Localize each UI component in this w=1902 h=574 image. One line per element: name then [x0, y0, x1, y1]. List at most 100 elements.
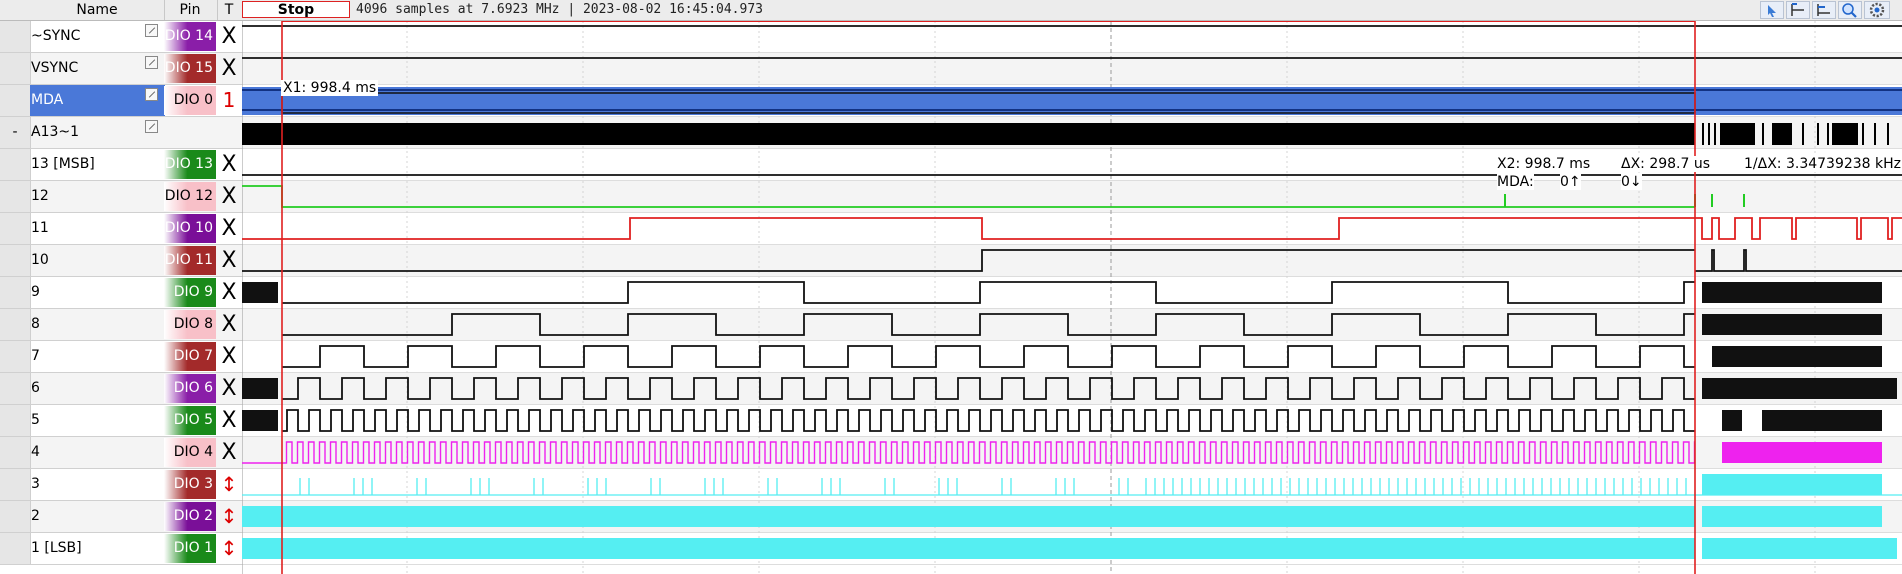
trigger-toggle[interactable]: X: [218, 437, 240, 468]
pointer-tool-button[interactable]: [1760, 1, 1784, 19]
pin-label[interactable]: DIO 5: [164, 406, 216, 435]
trigger-toggle[interactable]: 1: [218, 85, 240, 116]
channel-row[interactable]: 6 DIO 6X: [0, 373, 242, 405]
pin-label[interactable]: DIO 10: [164, 214, 216, 243]
trigger-toggle[interactable]: X: [218, 277, 240, 308]
cursor-x1-label: X1: 998.4 ms: [281, 80, 379, 96]
channel-name[interactable]: 7: [30, 341, 165, 372]
pin-label[interactable]: DIO 8: [164, 310, 216, 339]
channel-row[interactable]: 13 [MSB] DIO 13 X: [0, 149, 242, 181]
trigger-toggle[interactable]: X: [218, 341, 240, 372]
edit-name-icon[interactable]: [145, 120, 158, 133]
dense-activity-block: [1702, 506, 1882, 527]
pin-column-header[interactable]: Pin: [164, 0, 216, 20]
edit-name-icon[interactable]: [145, 56, 158, 69]
channel-name[interactable]: 3: [30, 469, 165, 500]
trigger-toggle[interactable]: X: [218, 373, 240, 404]
channel-row[interactable]: VSYNC DIO 15 X: [0, 53, 242, 85]
mda-measure-label: MDA:: [1497, 174, 1534, 190]
cursor-x2-tool-button[interactable]: [1812, 1, 1836, 19]
channel-name[interactable]: 8: [30, 309, 165, 340]
channel-name[interactable]: 10: [30, 245, 165, 276]
pin-label[interactable]: DIO 1: [164, 534, 216, 563]
settings-button[interactable]: [1864, 1, 1890, 19]
channel-name[interactable]: 13 [MSB]: [30, 149, 165, 180]
row-expander: [0, 277, 31, 308]
pin-label[interactable]: DIO 4: [164, 438, 216, 467]
cursor-delta-label: ΔX: 298.7 us: [1621, 156, 1711, 172]
pin-label[interactable]: DIO 12: [164, 182, 216, 211]
channel-row[interactable]: 9 DIO 9X: [0, 277, 242, 309]
trigger-toggle[interactable]: X: [218, 53, 240, 84]
trigger-toggle[interactable]: X: [218, 405, 240, 436]
trigger-toggle[interactable]: X: [218, 213, 240, 244]
trigger-toggle[interactable]: ↕: [218, 501, 240, 532]
edit-name-icon[interactable]: [145, 88, 158, 101]
channel-name[interactable]: 12: [30, 181, 165, 212]
waveform-area[interactable]: [242, 21, 1902, 574]
channel-row[interactable]: 10 DIO 11 X: [0, 245, 242, 277]
cursor-x1-tool-button[interactable]: [1786, 1, 1810, 19]
row-expander: [0, 21, 31, 52]
trigger-toggle[interactable]: X: [218, 181, 240, 212]
channel-row[interactable]: 3 DIO 3 ↕: [0, 469, 242, 501]
channel-name[interactable]: 1 [LSB]: [30, 533, 165, 564]
pin-label[interactable]: DIO 9: [164, 278, 216, 307]
pin-label[interactable]: DIO 14: [164, 22, 216, 51]
pin-label[interactable]: DIO 11: [164, 246, 216, 275]
trigger-toggle[interactable]: X: [218, 245, 240, 276]
channel-row[interactable]: 12 DIO 12 X: [0, 181, 242, 213]
trigger-column-header[interactable]: T: [218, 0, 240, 20]
channel-name[interactable]: 5: [30, 405, 165, 436]
channel-row[interactable]: 4 DIO 4X: [0, 437, 242, 469]
dense-activity-block: [1722, 442, 1882, 463]
channel-row[interactable]: - A13~1: [0, 117, 242, 149]
pin-label[interactable]: DIO 7: [164, 342, 216, 371]
trigger-toggle[interactable]: X: [218, 21, 240, 52]
channel-row[interactable]: 5 DIO 5X: [0, 405, 242, 437]
pin-label[interactable]: DIO 3: [164, 470, 216, 499]
trigger-toggle[interactable]: ↕: [218, 469, 240, 500]
trigger-toggle[interactable]: X: [218, 309, 240, 340]
pin-label[interactable]: DIO 15: [164, 54, 216, 83]
bus-value-block: [1714, 123, 1716, 145]
row-expander: [0, 373, 31, 404]
channel-row[interactable]: 1 [LSB] DIO 1 ↕: [0, 533, 242, 565]
channel-row[interactable]: 7 DIO 7X: [0, 341, 242, 373]
channel-row[interactable]: ~SYNC DIO 14 X: [0, 21, 242, 53]
trigger-toggle[interactable]: [218, 117, 240, 148]
bus-value-block: [1887, 123, 1889, 145]
channel-name[interactable]: 4: [30, 437, 165, 468]
edit-name-icon[interactable]: [145, 24, 158, 37]
pin-label[interactable]: DIO 13: [164, 150, 216, 179]
dense-activity-block: [242, 538, 1695, 559]
bus-value-block: [1708, 123, 1710, 145]
channel-row[interactable]: 11 DIO 10 X: [0, 213, 242, 245]
cursor-x2-label: X2: 998.7 ms: [1497, 156, 1591, 172]
bus-value-block: [1874, 123, 1876, 145]
channel-name[interactable]: 9: [30, 277, 165, 308]
name-column-header[interactable]: Name: [30, 0, 164, 20]
pin-label[interactable]: DIO 6: [164, 374, 216, 403]
channel-name[interactable]: 11: [30, 213, 165, 244]
trigger-toggle[interactable]: ↕: [218, 533, 240, 564]
dense-activity-block: [1702, 282, 1882, 303]
row-expander[interactable]: -: [0, 117, 31, 148]
channel-row[interactable]: 2 DIO 2 ↕: [0, 501, 242, 533]
channel-row[interactable]: 8 DIO 8X: [0, 309, 242, 341]
dense-activity-block: [1702, 474, 1882, 495]
pin-label[interactable]: DIO 0: [164, 86, 216, 115]
pin-label[interactable]: DIO 2: [164, 502, 216, 531]
bus-value-block: [1802, 123, 1804, 145]
cursor-x2-icon: [1817, 4, 1830, 16]
bus-value-block: [1827, 123, 1829, 145]
dense-activity-block: [242, 506, 1695, 527]
row-expander: [0, 341, 31, 372]
bus-value-block: [1702, 123, 1704, 145]
channel-row[interactable]: MDA DIO 01: [0, 85, 242, 117]
zoom-tool-button[interactable]: [1838, 1, 1862, 19]
stop-button[interactable]: Stop: [242, 1, 350, 18]
channel-name[interactable]: 6: [30, 373, 165, 404]
channel-name[interactable]: 2: [30, 501, 165, 532]
trigger-toggle[interactable]: X: [218, 149, 240, 180]
